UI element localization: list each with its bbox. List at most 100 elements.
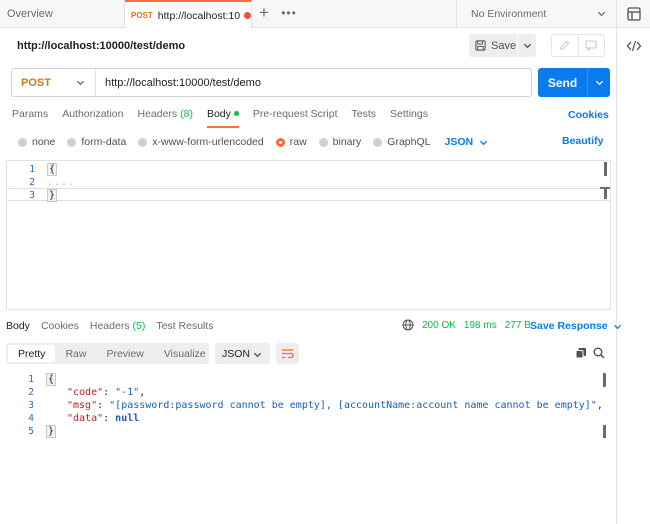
code-snippet-icon[interactable] <box>626 38 642 54</box>
chevron-down-icon <box>597 11 606 17</box>
new-tab-plus-icon[interactable]: + <box>255 4 273 22</box>
comments-button[interactable] <box>579 35 605 56</box>
response-view-switcher: Pretty Raw Preview Visualize <box>6 343 209 364</box>
request-body-editor[interactable]: 1 { 2 .... 3 } <box>6 160 611 310</box>
body-indicator-dot <box>233 110 239 116</box>
view-raw[interactable]: Raw <box>55 345 96 362</box>
radio-icon <box>18 137 27 147</box>
unsaved-dot-icon[interactable] <box>243 12 251 19</box>
chevron-down-icon <box>523 43 531 49</box>
radio-icon <box>318 137 328 147</box>
tab-request-method: POST <box>131 11 153 20</box>
line-number: 5 <box>28 426 34 437</box>
search-icon[interactable] <box>593 347 605 359</box>
tab-overview[interactable]: Overview <box>0 0 125 28</box>
scrollbar-thumb[interactable] <box>604 162 607 176</box>
tab-settings[interactable]: Settings <box>390 108 428 128</box>
tab-headers[interactable]: Headers (8) <box>137 108 192 128</box>
right-sidebar <box>616 0 650 524</box>
body-type-raw[interactable]: raw <box>275 136 307 148</box>
tab-authorization[interactable]: Authorization <box>62 108 123 128</box>
chevron-down-icon <box>253 352 262 358</box>
body-type-binary[interactable]: binary <box>318 136 361 148</box>
scrollbar-thumb[interactable] <box>603 373 606 387</box>
json-key: "msg" <box>67 400 98 411</box>
editor-line: 1 { <box>7 163 610 176</box>
response-tab-cookies[interactable]: Cookies <box>41 320 79 336</box>
tab-tests[interactable]: Tests <box>352 108 377 128</box>
body-type-graphql[interactable]: GraphQL <box>373 136 430 148</box>
send-options-button[interactable] <box>588 68 610 97</box>
body-type-none[interactable]: none <box>18 136 55 148</box>
more-tabs-icon[interactable]: ••• <box>280 4 298 22</box>
edit-button[interactable] <box>552 35 579 56</box>
json-value: "-1" <box>115 387 140 398</box>
view-pretty[interactable]: Pretty <box>8 345 56 362</box>
beautify-link[interactable]: Beautify <box>562 135 603 147</box>
code-text: { <box>47 163 58 176</box>
body-type-none-label: none <box>32 136 56 148</box>
body-type-form-data-label: form-data <box>81 136 127 148</box>
body-type-form-data[interactable]: form-data <box>67 136 126 148</box>
cookies-link[interactable]: Cookies <box>568 109 609 121</box>
environment-quicklook-icon[interactable] <box>626 6 642 22</box>
request-title[interactable]: http://localhost:10000/test/demo <box>17 40 185 52</box>
response-tab-headers[interactable]: Headers (5) <box>90 320 145 336</box>
response-tab-body[interactable]: Body <box>6 320 30 336</box>
wrap-lines-icon <box>282 349 294 359</box>
code-text: } <box>46 425 57 438</box>
tab-params[interactable]: Params <box>12 108 48 128</box>
body-format-label: JSON <box>444 136 474 148</box>
save-options-button[interactable] <box>518 34 536 57</box>
pencil-icon <box>560 40 570 50</box>
radio-icon <box>67 137 77 147</box>
chevron-down-icon <box>479 140 488 145</box>
response-format-select[interactable]: JSON <box>215 343 270 364</box>
editor-line-current: 3 } <box>7 188 610 202</box>
copy-icon[interactable] <box>575 347 587 359</box>
request-tabs: Params Authorization Headers (8) Body Pr… <box>12 108 442 128</box>
status-code[interactable]: 200 OK <box>422 320 456 331</box>
response-line: 2 "code": "-1", <box>6 386 611 399</box>
view-visualize[interactable]: Visualize <box>154 345 216 362</box>
chevron-down-icon <box>76 80 85 86</box>
response-meta: 200 OK 198 ms 277 B <box>402 319 531 331</box>
send-button[interactable]: Send <box>538 68 588 97</box>
response-size[interactable]: 277 B <box>505 320 531 331</box>
environment-label: No Environment <box>471 8 547 20</box>
response-headers-count: (5) <box>132 320 146 332</box>
request-bar: POST <box>11 68 532 97</box>
globe-icon[interactable] <box>402 319 414 331</box>
cursor-marker-cap <box>600 187 610 189</box>
response-time[interactable]: 198 ms <box>464 320 497 331</box>
body-type-urlencoded[interactable]: x-www-form-urlencoded <box>138 136 264 148</box>
body-format-select[interactable]: JSON <box>444 136 488 148</box>
method-select[interactable]: POST <box>12 69 96 96</box>
json-value: "[password:password cannot be empty], [a… <box>109 400 597 411</box>
response-tab-test-results[interactable]: Test Results <box>156 320 213 336</box>
save-group: Save <box>469 34 536 57</box>
response-tab-headers-label: Headers <box>89 320 130 332</box>
body-type-options: none form-data x-www-form-urlencoded raw… <box>18 135 488 149</box>
radio-selected-icon <box>275 137 285 147</box>
response-format-label: JSON <box>222 347 251 360</box>
tab-prerequest-script[interactable]: Pre-request Script <box>253 108 338 128</box>
tab-body[interactable]: Body <box>206 108 239 128</box>
tab-request[interactable]: POST http://localhost:10000 <box>125 0 252 29</box>
environment-select[interactable]: No Environment <box>456 0 616 28</box>
close-brace: } <box>46 425 57 438</box>
line-number: 1 <box>28 374 34 385</box>
save-button[interactable]: Save <box>469 34 517 57</box>
response-body-viewer[interactable]: 1 { 2 "code": "-1", 3 "msg": "[password:… <box>6 373 611 443</box>
tab-bar: Overview POST http://localhost:10000 + •… <box>0 0 650 29</box>
response-line: 1 { <box>6 373 611 386</box>
save-response-button[interactable]: Save Response <box>530 320 622 332</box>
radio-icon <box>138 137 148 147</box>
save-label: Save <box>491 39 517 52</box>
open-brace: { <box>47 163 58 176</box>
view-preview[interactable]: Preview <box>96 345 153 362</box>
line-number: 2 <box>28 387 34 398</box>
chevron-down-icon <box>595 80 603 86</box>
url-input[interactable] <box>105 76 525 89</box>
wrap-lines-button[interactable] <box>276 343 299 364</box>
